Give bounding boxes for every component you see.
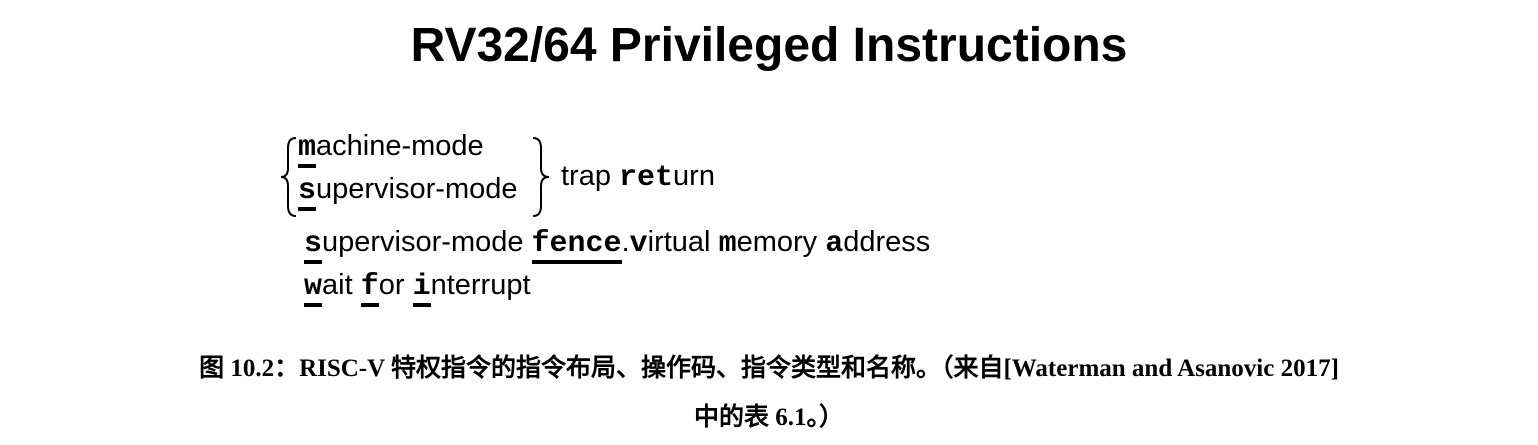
key-w: w [304, 271, 323, 307]
figure-caption-line2: 中的表 6.1。） [693, 404, 844, 431]
figure-caption-line1: 图 10.2：RISC-V 特权指令的指令布局、操作码、指令类型和名称。（来自[… [199, 355, 1339, 382]
sfence-vma-line: supervisor-mode fence.virtual memory add… [304, 224, 930, 264]
urn-text: urn [673, 160, 715, 192]
figure-title: RV32/64 Privileged Instructions [410, 19, 1128, 72]
upervisor-text: upervisor-mode [322, 226, 532, 258]
supervisor-mode-rest: upervisor-mode [316, 173, 518, 205]
right-brace [532, 137, 550, 217]
key-v: v [629, 227, 648, 261]
key-ret: ret [619, 161, 674, 195]
dot-text: . [621, 226, 630, 258]
ait-text: ait [322, 269, 361, 301]
or-text: or [378, 269, 413, 301]
supervisor-mode-line: supervisor-mode [298, 171, 518, 211]
irtual-text: irtual [647, 226, 719, 258]
left-brace [280, 137, 297, 217]
trap-return-label: trap return [561, 158, 715, 196]
key-m-memory: m [718, 227, 737, 261]
machine-mode-rest: achine-mode [316, 130, 484, 162]
emory-text: emory [736, 226, 826, 258]
wfi-line: wait for interrupt [304, 267, 531, 307]
key-s-supervisor: s [298, 175, 317, 211]
key-i: i [412, 271, 431, 307]
trap-text: trap [561, 160, 620, 192]
machine-mode-line: machine-mode [298, 128, 484, 168]
ddress-text: ddress [843, 226, 931, 258]
key-s-sfence: s [304, 228, 323, 264]
key-f: f [360, 271, 379, 307]
key-fence: fence [531, 228, 622, 264]
nterrupt-text: nterrupt [430, 269, 531, 301]
key-a: a [825, 227, 844, 261]
key-m-machine: m [298, 132, 317, 168]
